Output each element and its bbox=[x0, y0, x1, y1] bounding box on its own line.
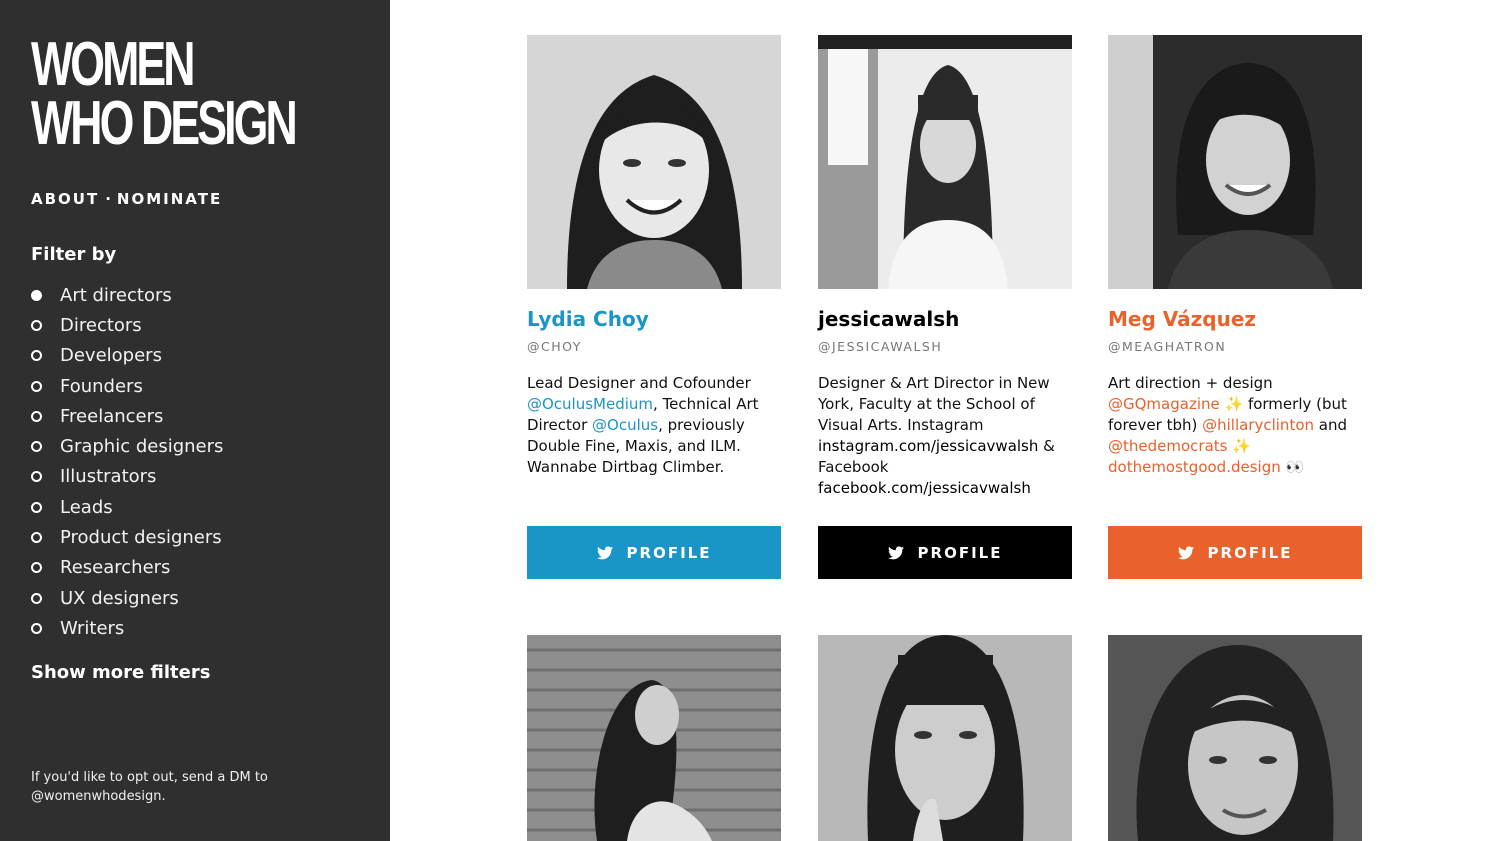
twitter-bird-icon bbox=[1177, 545, 1194, 559]
illustrated-portrait-image bbox=[527, 35, 781, 289]
bio-link[interactable]: @Oculus bbox=[592, 416, 658, 434]
nav-separator: · bbox=[105, 190, 111, 208]
profile-card bbox=[818, 635, 1072, 841]
profile-bio: Lead Designer and Cofounder @OculusMediu… bbox=[527, 373, 781, 478]
bio-link[interactable]: instagram.com/jessicavwalsh bbox=[818, 437, 1038, 455]
radio-unselected-icon bbox=[31, 501, 42, 513]
filter-label: Writers bbox=[60, 617, 125, 639]
bio-link[interactable]: facebook.com/jessicavwalsh bbox=[818, 479, 1031, 497]
logo-line-1: WOMEN bbox=[31, 30, 196, 99]
filter-heading: Filter by bbox=[31, 244, 117, 265]
show-more-filters-link[interactable]: Show more filters bbox=[31, 662, 210, 683]
filter-option[interactable]: Illustrators bbox=[31, 462, 223, 492]
profile-bio: Art direction + design @GQmagazine ✨ for… bbox=[1108, 373, 1362, 478]
radio-unselected-icon bbox=[31, 319, 42, 331]
filter-option[interactable]: Directors bbox=[31, 310, 223, 340]
filter-option[interactable]: Founders bbox=[31, 371, 223, 401]
filter-label: Founders bbox=[60, 375, 143, 397]
bio-text: Lead Designer and Cofounder bbox=[527, 374, 751, 392]
filter-label: Freelancers bbox=[60, 405, 164, 427]
site-logo[interactable]: WOMEN WHO DESIGN bbox=[31, 30, 397, 158]
filter-option[interactable]: Researchers bbox=[31, 553, 223, 583]
filter-option[interactable]: Freelancers bbox=[31, 401, 223, 431]
top-nav: ABOUT · NOMINATE bbox=[31, 190, 222, 208]
sidebar: WOMEN WHO DESIGN ABOUT · NOMINATE Filter b… bbox=[0, 0, 390, 841]
bio-text: and bbox=[1314, 416, 1348, 434]
nominate-link[interactable]: NOMINATE bbox=[117, 190, 222, 208]
twitter-profile-button[interactable]: PROFILE bbox=[527, 526, 781, 579]
bio-link[interactable]: @hillaryclinton bbox=[1202, 416, 1314, 434]
filter-option[interactable]: Graphic designers bbox=[31, 431, 223, 461]
profile-button-label: PROFILE bbox=[626, 543, 712, 562]
portrait-photo-image bbox=[818, 35, 1072, 289]
opt-out-note: If you'd like to opt out, send a DM to @… bbox=[31, 770, 268, 804]
twitter-bird-icon bbox=[596, 545, 613, 559]
filter-label: UX designers bbox=[60, 587, 179, 609]
filter-label: Graphic designers bbox=[60, 436, 224, 458]
filter-option[interactable]: Art directors bbox=[31, 280, 223, 310]
bio-text: 👀 bbox=[1280, 458, 1305, 476]
portrait-photo-image bbox=[818, 635, 1072, 841]
profile-photo[interactable] bbox=[818, 635, 1072, 841]
filter-option[interactable]: Product designers bbox=[31, 522, 223, 552]
logo-line-2: WHO DESIGN bbox=[31, 88, 298, 158]
bio-text: ✨ bbox=[1227, 437, 1251, 455]
bio-text: Designer & Art Director in New York, Fac… bbox=[818, 374, 1050, 434]
radio-unselected-icon bbox=[31, 441, 42, 453]
filter-label: Leads bbox=[60, 496, 113, 518]
filter-label: Researchers bbox=[60, 557, 171, 579]
bio-link[interactable]: @thedemocrats bbox=[1108, 437, 1227, 455]
profile-handle: @MEAGHATRON bbox=[1108, 339, 1227, 354]
twitter-profile-button[interactable]: PROFILE bbox=[1108, 526, 1362, 579]
portrait-photo-image bbox=[1108, 35, 1362, 289]
profile-photo[interactable] bbox=[527, 35, 781, 289]
radio-unselected-icon bbox=[31, 562, 42, 574]
profile-button-label: PROFILE bbox=[917, 543, 1003, 562]
portrait-photo-image bbox=[1108, 635, 1362, 841]
profile-photo[interactable] bbox=[818, 35, 1072, 289]
filter-label: Developers bbox=[60, 345, 162, 367]
profile-handle: @CHOY bbox=[527, 339, 582, 354]
twitter-bird-icon bbox=[887, 545, 904, 559]
radio-unselected-icon bbox=[31, 380, 42, 392]
radio-unselected-icon bbox=[31, 592, 42, 604]
filter-label: Art directors bbox=[60, 284, 172, 306]
profile-name[interactable]: Lydia Choy bbox=[527, 307, 781, 331]
radio-unselected-icon bbox=[31, 350, 42, 362]
portrait-photo-image bbox=[527, 635, 781, 841]
profile-card: jessicawalsh @JESSICAWALSH Designer & Ar… bbox=[818, 35, 1072, 579]
profile-card bbox=[1108, 635, 1362, 841]
filter-list: Art directors Directors Developers Founders… bbox=[31, 280, 223, 644]
profile-button-label: PROFILE bbox=[1207, 543, 1293, 562]
bio-link[interactable]: dothemostgood.design bbox=[1108, 458, 1281, 476]
radio-unselected-icon bbox=[31, 410, 42, 422]
profile-photo[interactable] bbox=[1108, 635, 1362, 841]
bio-text: Art direction + design bbox=[1108, 374, 1273, 392]
filter-label: Directors bbox=[60, 314, 142, 336]
about-link[interactable]: ABOUT bbox=[31, 190, 99, 208]
radio-unselected-icon bbox=[31, 622, 42, 634]
profile-card: Lydia Choy @CHOY Lead Designer and Cofou… bbox=[527, 35, 781, 579]
bio-link[interactable]: @OculusMedium bbox=[527, 395, 653, 413]
radio-unselected-icon bbox=[31, 471, 42, 483]
profile-bio: Designer & Art Director in New York, Fac… bbox=[818, 373, 1072, 499]
radio-unselected-icon bbox=[31, 532, 42, 544]
profile-name[interactable]: jessicawalsh bbox=[818, 307, 1072, 331]
profile-card bbox=[527, 635, 781, 841]
profile-card: Meg Vázquez @MEAGHATRON Art direction + … bbox=[1108, 35, 1362, 579]
bio-link[interactable]: @GQmagazine bbox=[1108, 395, 1220, 413]
filter-option[interactable]: Writers bbox=[31, 613, 223, 643]
filter-label: Illustrators bbox=[60, 466, 157, 488]
radio-selected-icon bbox=[31, 289, 42, 301]
profile-photo[interactable] bbox=[527, 635, 781, 841]
filter-option[interactable]: Leads bbox=[31, 492, 223, 522]
profile-photo[interactable] bbox=[1108, 35, 1362, 289]
filter-option[interactable]: UX designers bbox=[31, 583, 223, 613]
profile-handle: @JESSICAWALSH bbox=[818, 339, 943, 354]
filter-label: Product designers bbox=[60, 527, 222, 549]
profile-name[interactable]: Meg Vázquez bbox=[1108, 307, 1362, 331]
twitter-profile-button[interactable]: PROFILE bbox=[818, 526, 1072, 579]
filter-option[interactable]: Developers bbox=[31, 341, 223, 371]
